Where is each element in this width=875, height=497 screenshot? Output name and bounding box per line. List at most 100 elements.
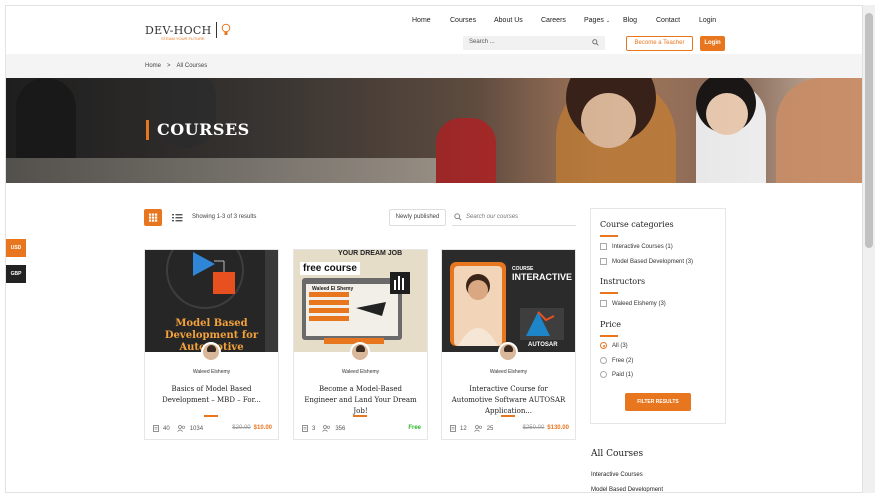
course-card[interactable]: Model Based Development for Automotive W…	[144, 249, 279, 440]
filter-label: Interactive Courses (1)	[612, 243, 673, 250]
avatar-hair	[504, 345, 513, 352]
all-courses-link[interactable]: Model Based Development	[591, 487, 663, 492]
all-courses-link[interactable]: Interactive Courses	[591, 472, 643, 478]
radio-selected[interactable]	[600, 342, 607, 349]
nav-pages-label: Pages	[584, 17, 604, 24]
student-count: 356	[335, 425, 346, 432]
sort-select[interactable]: Newly published	[389, 209, 446, 226]
chevron-down-icon: ⌄	[605, 18, 611, 24]
nav-courses[interactable]: Courses	[450, 17, 476, 24]
nav-pages[interactable]: Pages ⌄	[584, 17, 610, 24]
course-card[interactable]: COURSE INTERACTIVE AUTOSAR Waleed Elshem…	[441, 249, 576, 440]
currency-usd-tab[interactable]: USD	[6, 239, 26, 257]
course-thumbnail[interactable]: YOUR DREAM JOB free course Waleed El She…	[294, 250, 427, 352]
filter-results-button[interactable]: FILTER RESULTS	[625, 393, 691, 411]
list-view-button[interactable]	[168, 209, 186, 226]
lessons-icon	[302, 425, 308, 432]
course-title[interactable]: Become a Model-Based Engineer and Land Y…	[302, 384, 419, 417]
old-price: $20.00	[232, 425, 251, 431]
nav-careers[interactable]: Careers	[541, 17, 566, 24]
radio[interactable]	[600, 371, 607, 378]
course-meta: 12 25	[450, 425, 493, 432]
course-meta: 40 1034	[153, 425, 203, 432]
current-price: Free	[408, 425, 421, 431]
logo-tagline: STEAM YOUR FUTURE	[161, 36, 205, 41]
filter-label: All (3)	[612, 342, 628, 349]
category-filter-interactive[interactable]: Interactive Courses (1)	[600, 243, 673, 250]
page-title: COURSES	[146, 120, 250, 140]
instructor-name[interactable]: Waleed Elshemy	[442, 369, 575, 375]
instructor-name[interactable]: Waleed Elshemy	[294, 369, 427, 375]
heading-underline	[600, 235, 618, 237]
course-price: $250.00 $130.00	[523, 425, 569, 431]
thumbnail-headline: YOUR DREAM JOB	[338, 250, 403, 257]
lesson-count: 12	[460, 425, 467, 432]
price-filter-all[interactable]: All (3)	[600, 342, 628, 349]
instructor-name[interactable]: Waleed Elshemy	[145, 369, 278, 375]
nav-contact[interactable]: Contact	[656, 17, 680, 24]
checkbox[interactable]	[600, 243, 607, 250]
old-price: $250.00	[522, 425, 545, 431]
results-count: Showing 1-3 of 3 results	[192, 214, 257, 220]
course-search-placeholder: Search our courses	[466, 214, 519, 220]
students-icon	[176, 425, 185, 432]
become-teacher-button[interactable]: Become a Teacher	[626, 36, 693, 51]
lessons-icon	[153, 425, 159, 432]
site-logo[interactable]: DEV-HOCH STEAM YOUR FUTURE	[145, 22, 231, 41]
current-price: $10.00	[253, 425, 272, 431]
nav-blog[interactable]: Blog	[623, 17, 637, 24]
card-divider	[204, 415, 218, 417]
breadcrumb-home[interactable]: Home	[145, 63, 161, 69]
scrollbar-thumb[interactable]	[865, 13, 873, 248]
lesson-count: 40	[163, 425, 170, 432]
course-meta: 3 356	[302, 425, 345, 432]
radio[interactable]	[600, 357, 607, 364]
logo-divider	[215, 22, 217, 38]
logo-text: DEV-HOCH	[145, 23, 212, 37]
search-icon[interactable]	[592, 39, 599, 46]
course-price: $20.00 $10.00	[232, 425, 272, 431]
breadcrumb-current: All Courses	[176, 63, 208, 69]
avatar-hair	[207, 345, 216, 352]
filter-label: Waleed Elshemy (3)	[612, 300, 666, 307]
page-scrollbar[interactable]	[863, 5, 875, 493]
checkbox[interactable]	[600, 258, 607, 265]
instructors-heading: Instructors	[600, 277, 646, 286]
category-filter-mbd[interactable]: Model Based Development (3)	[600, 258, 693, 265]
course-search-input[interactable]: Search our courses	[452, 209, 576, 226]
course-title[interactable]: Interactive Course for Automotive Softwa…	[450, 384, 567, 417]
instructor-avatar[interactable]	[201, 342, 221, 362]
instructor-avatar[interactable]	[498, 342, 518, 362]
course-thumbnail[interactable]: Model Based Development for Automotive	[145, 250, 278, 352]
autosar-thumbnail-graphic	[442, 250, 575, 352]
course-card[interactable]: YOUR DREAM JOB free course Waleed El She…	[293, 249, 428, 440]
filter-label: Model Based Development (3)	[612, 258, 694, 265]
breadcrumb-separator: >	[167, 63, 171, 69]
hero-banner: COURSES	[6, 78, 862, 183]
grid-view-button[interactable]	[144, 209, 162, 226]
avatar-hair	[356, 345, 365, 352]
lightbulb-icon	[221, 23, 230, 35]
autosar-logo-text: AUTOSAR	[528, 342, 558, 348]
site-header: DEV-HOCH STEAM YOUR FUTURE Home Courses …	[6, 6, 862, 54]
currency-gbp-tab[interactable]: GBP	[6, 265, 26, 283]
price-filter-free[interactable]: Free (2)	[600, 357, 633, 364]
nav-about[interactable]: About Us	[494, 17, 523, 24]
header-search-input[interactable]: Search ...	[463, 36, 605, 50]
students-icon	[322, 425, 331, 432]
login-button[interactable]: Login	[700, 36, 725, 51]
students-icon	[473, 425, 482, 432]
nav-home[interactable]: Home	[412, 17, 431, 24]
instructor-filter-waleed[interactable]: Waleed Elshemy (3)	[600, 300, 666, 307]
student-count: 25	[486, 425, 494, 432]
filter-label: Free (2)	[612, 357, 634, 364]
instructor-avatar[interactable]	[350, 342, 370, 362]
price-filter-paid[interactable]: Paid (1)	[600, 371, 633, 378]
lessons-icon	[450, 425, 456, 432]
course-title[interactable]: Basics of Model Based Development – MBD …	[153, 384, 270, 406]
checkbox[interactable]	[600, 300, 607, 307]
course-thumbnail[interactable]: COURSE INTERACTIVE AUTOSAR	[442, 250, 575, 352]
thumbnail-headline: INTERACTIVE	[512, 272, 573, 282]
heading-underline	[600, 335, 618, 337]
nav-login[interactable]: Login	[699, 17, 716, 24]
